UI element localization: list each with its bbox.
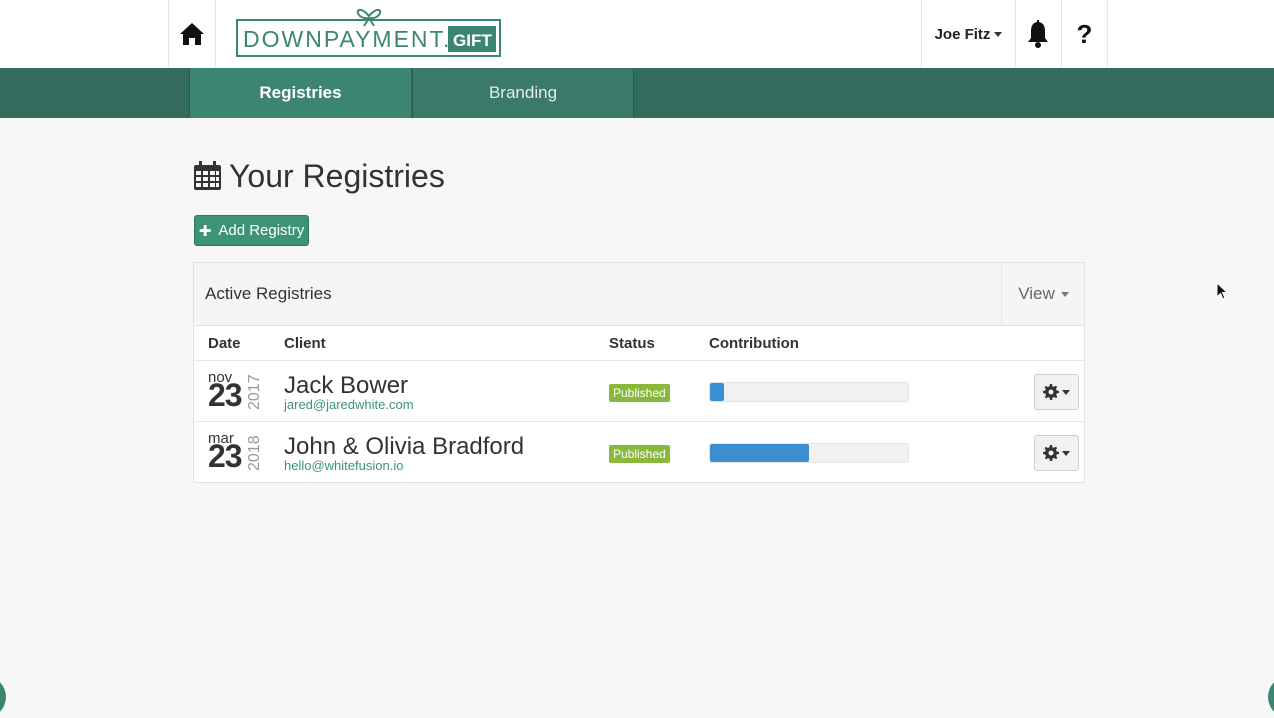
date-day: 23 [208,377,243,413]
main-nav: Registries Branding [0,68,1274,118]
row-settings-button[interactable] [1034,435,1079,471]
view-dropdown[interactable]: View [1001,263,1085,325]
contribution-progress [709,382,909,402]
column-header-status[interactable]: Status [609,335,655,352]
status-badge: Published [609,384,670,402]
caret-down-icon [1062,389,1070,395]
column-header-client[interactable]: Client [284,335,326,352]
page-title-text: Your Registries [229,157,445,194]
logo[interactable]: DOWNPAYMENT. GIFT [236,6,502,58]
table-row[interactable]: nov 23 2017 Jack Bower jared@jaredwhite.… [194,360,1084,422]
date-day: 23 [208,438,243,474]
add-registry-button[interactable]: ✚ Add Registry [194,215,309,246]
help-button[interactable]: ? [1062,0,1108,68]
add-registry-label: Add Registry [218,222,305,239]
user-name: Joe Fitz [934,25,991,43]
column-header-contribution[interactable]: Contribution [709,335,799,352]
help-icon: ? [1076,18,1093,49]
panel-title: Active Registries [205,284,332,303]
calendar-icon [194,161,221,190]
table-row[interactable]: mar 23 2018 John & Olivia Bradford hello… [194,421,1084,483]
caret-down-icon [994,31,1003,37]
chat-widget-right[interactable] [1268,676,1274,718]
view-label: View [1018,284,1055,303]
user-menu[interactable]: Joe Fitz [921,0,1016,68]
date-year: 2018 [246,435,263,471]
notifications-button[interactable] [1015,0,1062,68]
client-email[interactable]: jared@jaredwhite.com [284,397,414,412]
row-settings-button[interactable] [1034,374,1079,410]
contribution-progress [709,443,909,463]
active-registries-panel: Active Registries View Date Client Statu… [193,262,1085,483]
plus-icon: ✚ [198,222,212,240]
client-name[interactable]: John & Olivia Bradford [284,433,524,461]
caret-down-icon [1060,291,1069,297]
tab-branding[interactable]: Branding [412,68,634,118]
home-button[interactable] [168,0,216,68]
svg-text:GIFT: GIFT [453,31,492,50]
top-bar: DOWNPAYMENT. GIFT Joe Fitz ? [0,0,1274,68]
gear-icon [1043,384,1059,400]
page-title: Your Registries [193,154,445,198]
contribution-progress-fill [710,444,809,462]
chat-widget-left[interactable] [0,676,6,718]
logo-graphic: DOWNPAYMENT. GIFT [236,9,501,57]
column-header-date[interactable]: Date [208,335,241,352]
panel-header: Active Registries View [194,263,1084,326]
client-name[interactable]: Jack Bower [284,372,408,400]
tab-registries[interactable]: Registries [189,68,411,118]
home-icon [180,23,204,45]
mouse-cursor-icon [1216,282,1228,300]
date-year: 2017 [246,374,263,410]
bell-icon [1028,20,1048,48]
gear-icon [1043,445,1059,461]
contribution-progress-fill [710,383,724,401]
svg-text:DOWNPAYMENT.: DOWNPAYMENT. [243,26,451,52]
caret-down-icon [1062,450,1070,456]
client-email[interactable]: hello@whitefusion.io [284,458,403,473]
status-badge: Published [609,445,670,463]
